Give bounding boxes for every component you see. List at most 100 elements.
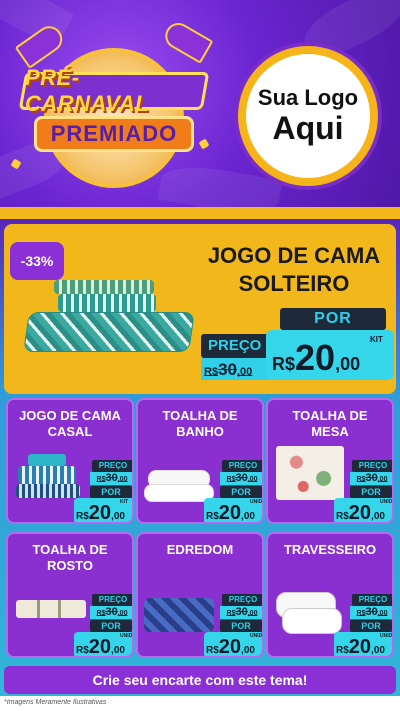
preco-label: PREÇO [208,337,262,354]
unit-label: UNID [380,633,393,639]
old-cents: ,00 [247,610,258,617]
old-cents: ,00 [117,610,128,617]
badge-ribbon-2: PREMIADO [34,116,194,152]
bedding-sheet-image [58,294,156,312]
por-label: POR [350,620,392,632]
party-horn-icon [160,18,214,64]
pre-carnaval-badge: PRÉ-CARNAVAL PREMIADO [4,18,214,190]
new-price-value: 20 [348,636,372,658]
old-currency: R$ [204,366,219,378]
unit-label: UNID [120,633,133,639]
flyer-page: PRÉ-CARNAVAL PREMIADO Sua Logo Aqui -33%… [0,0,400,711]
new-currency: R$ [76,511,89,522]
cta-banner[interactable]: Crie seu encarte com este tema! [4,666,396,694]
old-price-value: 30 [365,606,378,618]
old-price: R$30,00 [204,360,252,380]
badge-title-line1: PRÉ-CARNAVAL [25,65,150,116]
preco-label: PREÇO [92,594,132,606]
old-price: R$30,00 [350,606,392,619]
new-price: R$20,00 [336,636,385,658]
por-label: POR [90,486,132,498]
por-label: POR [220,620,262,632]
disclaimer-note: *Imagens Meramente Ilustrativas [0,696,400,711]
unit-label: KIT [370,335,383,344]
por-label-box: POR [280,308,386,330]
new-cents: ,00 [335,354,361,374]
new-cents: ,00 [371,645,385,656]
product-card: TOALHA DE BANHO PREÇO R$30,00 POR R$20,00 UNI… [136,398,264,524]
badge-title-line2: PREMIADO [50,121,178,146]
por-label: POR [314,310,352,327]
por-label: POR [220,486,262,498]
product-title: TOALHA DE BANHO [162,408,238,439]
preco-label: PREÇO [222,460,262,472]
product-title: TRAVESSEIRO [283,542,377,557]
old-price-value: 30 [235,472,248,484]
preco-label: PREÇO [92,460,132,472]
new-cents: ,00 [241,645,255,656]
old-cents: ,00 [236,366,253,378]
old-price: R$30,00 [90,606,132,619]
discount-badge: -33% [10,242,64,280]
product-card: EDREDOM PREÇO R$30,00 POR R$20,00 UNID [136,532,264,658]
product-title: TOALHA DE ROSTO [32,542,108,573]
your-logo-placeholder: Sua Logo Aqui [238,46,378,186]
featured-title-line1: JOGO DE CAMA [207,243,381,268]
old-price: R$30,00 [350,472,392,485]
old-price: R$30,00 [90,472,132,485]
gold-divider [0,207,400,219]
bedding-sheet-image [54,280,154,294]
new-price: R$20,00 [206,636,255,658]
new-price: R$20,00 [206,502,255,524]
new-cents: ,00 [111,645,125,656]
new-price: R$20,00 [272,340,360,376]
product-title: TOALHA DE MESA [292,408,368,439]
new-currency: R$ [336,645,349,656]
new-price: R$20,00 [76,636,125,658]
new-price-value: 20 [88,636,112,658]
new-price-value: 20 [348,502,372,524]
new-cents: ,00 [241,511,255,522]
preco-label: PREÇO [222,594,262,606]
old-price-value: 30 [105,606,118,618]
new-cents: ,00 [111,511,125,522]
old-price: R$30,00 [220,606,262,619]
featured-offer: -33% JOGO DE CAMA SOLTEIRO PREÇO R$30,00… [4,224,396,394]
old-price-value: 30 [235,606,248,618]
new-price-value: 20 [295,337,336,378]
new-price-value: 20 [218,636,242,658]
old-cents: ,00 [117,476,128,483]
new-currency: R$ [206,511,219,522]
featured-title: JOGO DE CAMA SOLTEIRO [194,242,394,297]
header-banner: PRÉ-CARNAVAL PREMIADO Sua Logo Aqui [0,0,400,207]
product-card: TOALHA DE ROSTO PREÇO R$30,00 POR R$20,00 UNI… [6,532,134,658]
confetti-icon [198,138,210,150]
featured-title-line2: SOLTEIRO [238,270,350,296]
unit-label: KIT [120,499,129,505]
logo-text-line1: Sua Logo [257,85,359,111]
new-price-value: 20 [218,502,242,524]
old-price-value: 30 [365,472,378,484]
product-card: TRAVESSEIRO PREÇO R$30,00 POR R$20,00 UNID [266,532,394,658]
old-price-value: 30 [218,360,237,379]
old-price-value: 30 [105,472,118,484]
product-card: TOALHA DE MESA PREÇO R$30,00 POR R$20,00 UNID [266,398,394,524]
unit-label: UNID [380,499,393,505]
por-label: POR [350,486,392,498]
new-currency: R$ [336,511,349,522]
preco-label: PREÇO [352,594,392,606]
product-title: JOGO DE CAMA CASAL [19,408,121,439]
new-price-value: 20 [88,502,112,524]
old-price: R$30,00 [220,472,262,485]
new-currency: R$ [76,645,89,656]
product-card: JOGO DE CAMA CASAL PREÇO R$30,00 POR R$20,00… [6,398,134,524]
new-cents: ,00 [371,511,385,522]
preco-label: PREÇO [352,460,392,472]
unit-label: UNID [250,633,263,639]
old-cents: ,00 [247,476,258,483]
old-cents: ,00 [377,610,388,617]
logo-text-line2: Aqui [272,109,344,146]
new-currency: R$ [272,354,296,374]
bedding-pillow-image [23,312,195,352]
unit-label: UNID [250,499,263,505]
